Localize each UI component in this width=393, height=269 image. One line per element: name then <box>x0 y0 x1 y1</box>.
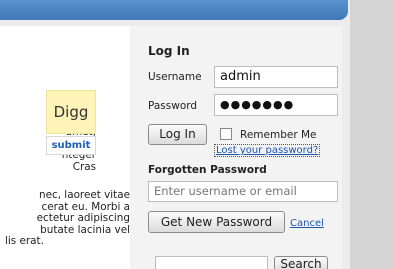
remember-me-checkbox[interactable] <box>220 128 232 140</box>
lost-password-link[interactable]: Lost your password? <box>214 144 321 157</box>
article-line: lis erat. <box>5 235 44 248</box>
password-label: Password <box>148 100 198 112</box>
forgotten-password-heading: Forgotten Password <box>148 164 267 176</box>
digg-badge[interactable]: Digg <box>46 90 96 134</box>
username-input[interactable]: admin <box>214 66 338 88</box>
digg-submit-button[interactable]: submit <box>46 136 96 155</box>
reset-email-input[interactable]: Enter username or email <box>148 181 338 202</box>
cancel-link[interactable]: Cancel <box>290 218 324 229</box>
login-sidebar: Log In Username admin Password ●●●●●●● L… <box>130 26 342 269</box>
main-content: Morbi nulla, nissim amet, dreit, nteger … <box>0 26 130 269</box>
login-title: Log In <box>148 44 190 58</box>
page-margin <box>350 0 393 269</box>
article-line: Cras <box>72 160 96 173</box>
remember-me-label: Remember Me <box>240 129 317 141</box>
search-button[interactable]: Search <box>274 256 328 269</box>
article-line: nec, laoreet vitae <box>39 190 130 201</box>
header-bar <box>0 0 348 20</box>
password-input[interactable]: ●●●●●●● <box>214 94 338 116</box>
search-input[interactable] <box>155 256 268 269</box>
username-label: Username <box>148 71 202 83</box>
get-new-password-button[interactable]: Get New Password <box>148 211 285 233</box>
login-button[interactable]: Log In <box>148 124 207 145</box>
article-text-continued: nec, laoreet vitae cerat eu. Morbi a ect… <box>0 190 130 248</box>
